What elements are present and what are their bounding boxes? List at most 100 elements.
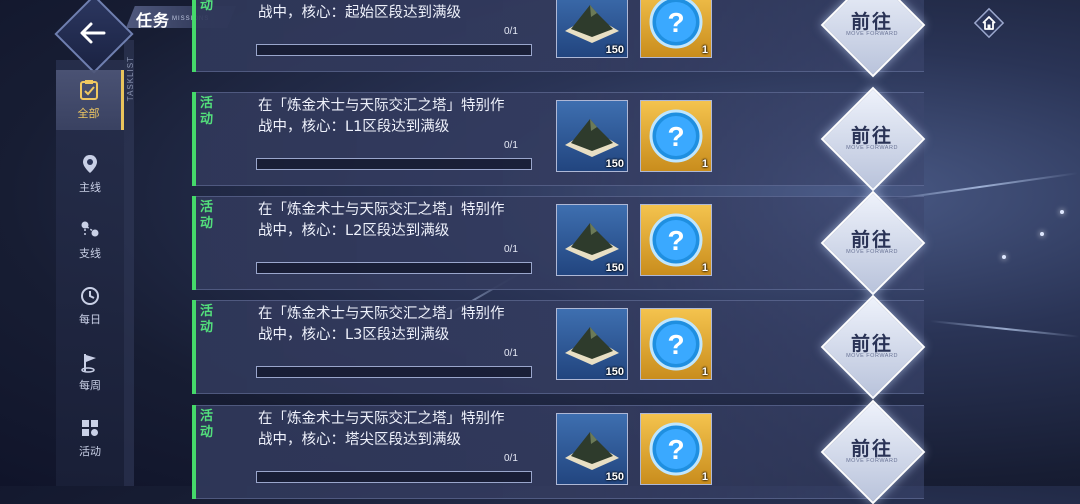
task-accent-bar bbox=[192, 0, 196, 72]
nav-label: 每日 bbox=[79, 313, 101, 326]
task-progress-bar bbox=[256, 262, 532, 274]
move-forward-sublabel: MOVE FORWARD bbox=[846, 458, 898, 464]
svg-text:?: ? bbox=[667, 7, 684, 38]
location-pin-icon bbox=[83, 155, 97, 173]
reward-item[interactable]: ? 1 bbox=[640, 204, 712, 276]
task-accent-bar bbox=[192, 196, 196, 290]
task-accent-bar bbox=[192, 405, 196, 499]
task-progress-bar bbox=[256, 44, 532, 56]
light-streak bbox=[929, 320, 1080, 338]
nav-item-daily[interactable]: 每日 bbox=[56, 276, 124, 336]
task-row: 活动 在「炼金术士与天际交汇之塔」特别作战中，核心：L1区段达到满级 0/1 1… bbox=[192, 92, 924, 186]
question-orb-icon: ? bbox=[649, 422, 703, 476]
move-forward-button[interactable]: 前往 MOVE FORWARD bbox=[820, 190, 926, 296]
question-orb-icon: ? bbox=[649, 317, 703, 371]
task-progress-text: 0/1 bbox=[504, 453, 518, 464]
move-forward-sublabel: MOVE FORWARD bbox=[846, 353, 898, 359]
reward-item[interactable]: ? 1 bbox=[640, 100, 712, 172]
reward-count: 150 bbox=[605, 471, 624, 483]
task-description: 在「炼金术士与天际交汇之塔」特别作战中，核心：起始区段达到满级 bbox=[258, 5, 461, 21]
task-accent-bar bbox=[192, 300, 196, 394]
task-description: 在「炼金术士与天际交汇之塔」特别作战中，核心：L3区段达到满级 bbox=[258, 306, 505, 343]
grid-icon bbox=[82, 420, 98, 436]
nav-item-side[interactable]: 支线 bbox=[56, 210, 124, 270]
task-category-tag: 活动 bbox=[200, 200, 214, 231]
move-forward-sublabel: MOVE FORWARD bbox=[846, 31, 898, 37]
sidebar-strip bbox=[124, 40, 134, 486]
move-forward-sublabel: MOVE FORWARD bbox=[846, 249, 898, 255]
nav-label: 活动 bbox=[79, 445, 101, 458]
reward-item[interactable]: ? 1 bbox=[640, 0, 712, 58]
reward-count: 1 bbox=[701, 158, 708, 170]
reward-item[interactable]: 150 bbox=[556, 204, 628, 276]
move-forward-label: 前往 bbox=[850, 333, 893, 355]
clipboard-icon bbox=[79, 80, 98, 100]
task-row: 活动 在「炼金术士与天际交汇之塔」特别作战中，核心：起始区段达到满级 0/1 1… bbox=[192, 0, 924, 72]
svg-text:?: ? bbox=[667, 434, 684, 465]
task-category-tag: 活动 bbox=[200, 0, 214, 13]
flag-icon bbox=[81, 354, 96, 373]
nav-item-all[interactable]: 全部 bbox=[56, 70, 124, 130]
nav-label: 全部 bbox=[77, 107, 100, 120]
nav-item-weekly[interactable]: 每周 bbox=[56, 342, 124, 402]
nav-item-event[interactable]: 活动 bbox=[56, 408, 124, 468]
branch-pins-icon bbox=[81, 221, 99, 237]
reward-item[interactable]: 150 bbox=[556, 0, 628, 58]
svg-text:?: ? bbox=[667, 329, 684, 360]
move-forward-button[interactable]: 前往 MOVE FORWARD bbox=[820, 86, 926, 192]
move-forward-label: 前往 bbox=[850, 11, 893, 33]
task-category-tag: 活动 bbox=[200, 96, 214, 127]
reward-count: 150 bbox=[605, 158, 624, 170]
reward-item[interactable]: 150 bbox=[556, 413, 628, 485]
task-progress-bar bbox=[256, 158, 532, 170]
reward-count: 1 bbox=[701, 262, 708, 274]
move-forward-button[interactable]: 前往 MOVE FORWARD bbox=[820, 0, 926, 78]
page-title: 任务 bbox=[136, 11, 171, 30]
task-progress-bar bbox=[256, 366, 532, 378]
move-forward-button[interactable]: 前往 MOVE FORWARD bbox=[820, 399, 926, 504]
task-row: 活动 在「炼金术士与天际交汇之塔」特别作战中，核心：L3区段达到满级 0/1 1… bbox=[192, 300, 924, 394]
nav-label: 主线 bbox=[79, 181, 101, 194]
question-orb-icon: ? bbox=[649, 213, 703, 267]
task-progress-text: 0/1 bbox=[504, 140, 518, 151]
move-forward-label: 前往 bbox=[850, 229, 893, 251]
home-button[interactable] bbox=[972, 6, 1006, 40]
task-progress-text: 0/1 bbox=[504, 348, 518, 359]
task-accent-bar bbox=[192, 92, 196, 186]
task-progress-text: 0/1 bbox=[504, 244, 518, 255]
reward-count: 150 bbox=[605, 366, 624, 378]
reward-count: 150 bbox=[605, 44, 624, 56]
task-category-tag: 活动 bbox=[200, 409, 214, 440]
nav-label: 每周 bbox=[79, 379, 101, 392]
reward-item[interactable]: 150 bbox=[556, 100, 628, 172]
sparkle bbox=[1060, 210, 1064, 214]
sparkle bbox=[1040, 232, 1044, 236]
clock-icon bbox=[81, 287, 99, 305]
nav-item-main[interactable]: 主线 bbox=[56, 144, 124, 204]
reward-count: 1 bbox=[701, 471, 708, 483]
task-progress-text: 0/1 bbox=[504, 26, 518, 37]
move-forward-label: 前往 bbox=[850, 125, 893, 147]
reward-item[interactable]: 150 bbox=[556, 308, 628, 380]
task-description: 在「炼金术士与天际交汇之塔」特别作战中，核心：L2区段达到满级 bbox=[258, 202, 505, 239]
sparkle bbox=[1002, 255, 1006, 259]
reward-item[interactable]: ? 1 bbox=[640, 413, 712, 485]
task-row: 活动 在「炼金术士与天际交汇之塔」特别作战中，核心：塔尖区段达到满级 0/1 1… bbox=[192, 405, 924, 499]
task-description: 在「炼金术士与天际交汇之塔」特别作战中，核心：塔尖区段达到满级 bbox=[258, 411, 505, 448]
back-arrow-icon[interactable] bbox=[76, 16, 110, 50]
task-description: 在「炼金术士与天际交汇之塔」特别作战中，核心：L1区段达到满级 bbox=[258, 98, 505, 135]
reward-count: 1 bbox=[701, 366, 708, 378]
svg-text:?: ? bbox=[667, 225, 684, 256]
move-forward-label: 前往 bbox=[850, 438, 893, 460]
move-forward-sublabel: MOVE FORWARD bbox=[846, 145, 898, 151]
task-progress-bar bbox=[256, 471, 532, 483]
tasklist-vertical-label: TASKLIST bbox=[126, 56, 135, 102]
task-row: 活动 在「炼金术士与天际交汇之塔」特别作战中，核心：L2区段达到满级 0/1 1… bbox=[192, 196, 924, 290]
question-orb-icon: ? bbox=[649, 0, 703, 49]
reward-count: 150 bbox=[605, 262, 624, 274]
nav-label: 支线 bbox=[79, 247, 101, 260]
reward-item[interactable]: ? 1 bbox=[640, 308, 712, 380]
question-orb-icon: ? bbox=[649, 109, 703, 163]
move-forward-button[interactable]: 前往 MOVE FORWARD bbox=[820, 294, 926, 400]
svg-text:?: ? bbox=[667, 121, 684, 152]
